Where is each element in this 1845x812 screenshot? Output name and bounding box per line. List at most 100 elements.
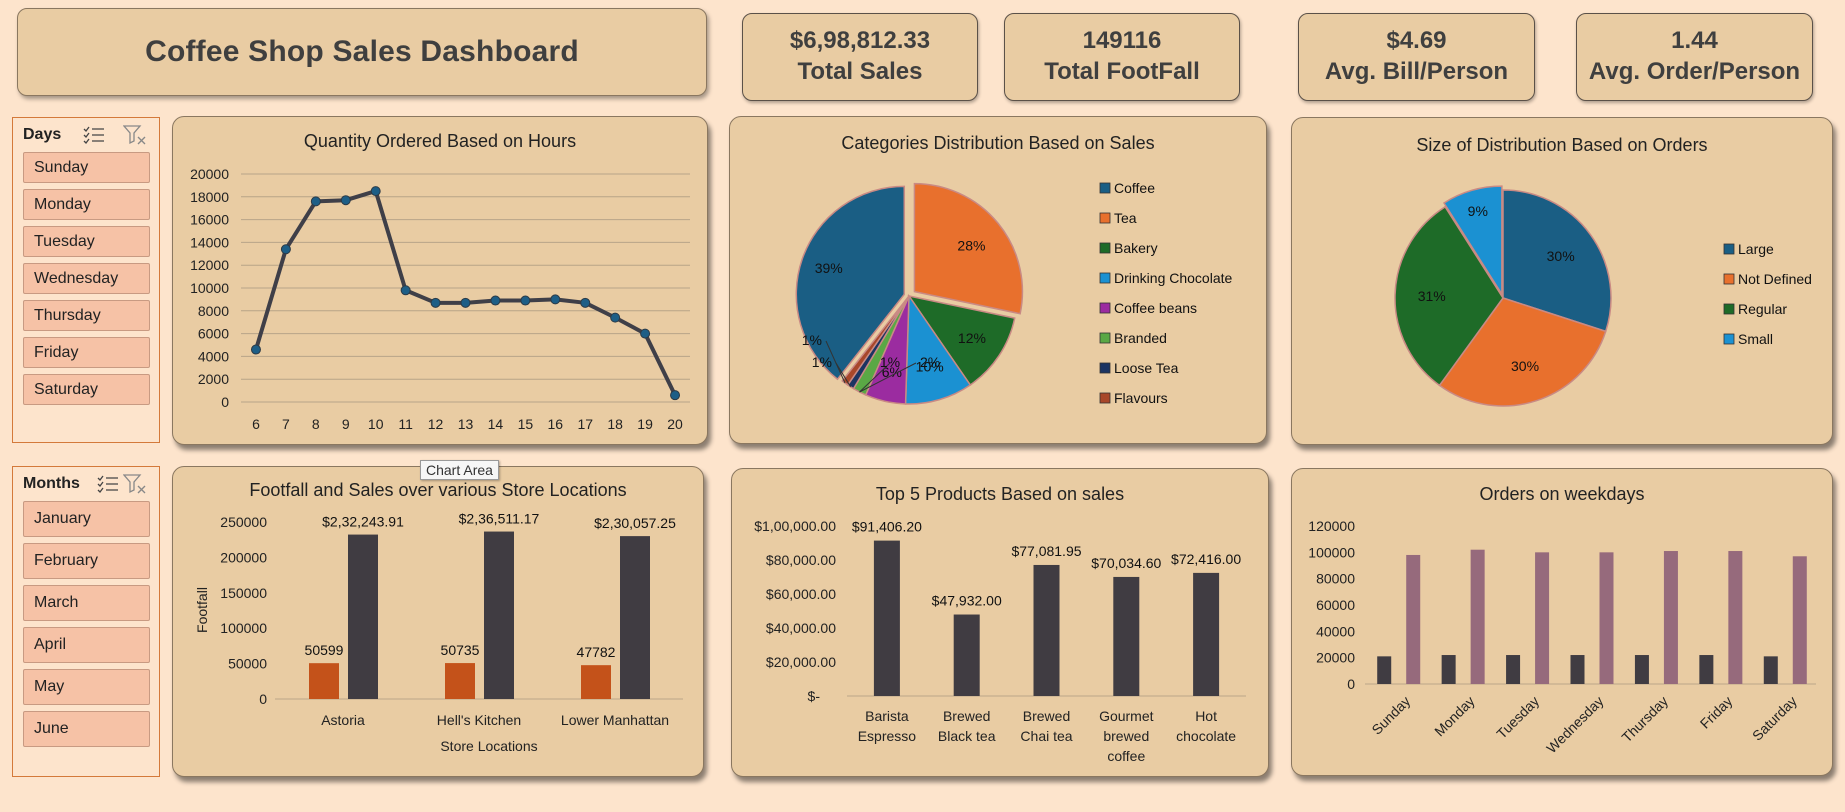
- y-tick-label: $20,000.00: [766, 654, 836, 670]
- weekday-bar: [1599, 552, 1614, 684]
- kpi-avg-bill[interactable]: $4.69 Avg. Bill/Person: [1298, 13, 1535, 101]
- x-tick-label: 13: [458, 416, 474, 432]
- pie-data-label: 30%: [1547, 248, 1575, 264]
- kpi-total-sales[interactable]: $6,98,812.33 Total Sales: [742, 13, 978, 101]
- legend-swatch: [1723, 273, 1735, 285]
- months-item-june[interactable]: June: [23, 711, 150, 747]
- months-item-march[interactable]: March: [23, 585, 150, 621]
- legend-label: Not Defined: [1738, 271, 1812, 287]
- x-tick-label: 18: [607, 416, 623, 432]
- y-tick-label: 18000: [190, 189, 229, 205]
- data-point: [250, 344, 261, 355]
- x-tick-label: Chai tea: [1020, 728, 1072, 744]
- x-tick-label: Hot: [1195, 708, 1217, 724]
- weekday-bar: [1441, 655, 1456, 684]
- y-tick-label: 12000: [190, 257, 229, 273]
- weekday-bar: [1663, 551, 1678, 684]
- quantity-series-line: [254, 189, 677, 397]
- days-item-saturday[interactable]: Saturday: [23, 374, 150, 405]
- y-tick-label: $60,000.00: [766, 586, 836, 602]
- y-tick-label: $-: [808, 688, 821, 704]
- days-item-tuesday[interactable]: Tuesday: [23, 226, 150, 257]
- days-item-friday[interactable]: Friday: [23, 337, 150, 368]
- bar-footfall: [581, 665, 611, 699]
- pie-data-label: 2%: [920, 354, 940, 370]
- days-slicer-title: Days: [23, 126, 62, 143]
- x-tick-label: Lower Manhattan: [561, 712, 669, 728]
- months-slicer-header: Months: [13, 467, 159, 501]
- months-item-april[interactable]: April: [23, 627, 150, 663]
- product-bar: [1033, 564, 1060, 696]
- data-point: [430, 297, 441, 308]
- product-bar: [1193, 572, 1220, 696]
- store-bar-chart-panel[interactable]: Footfall and Sales over various Store Lo…: [172, 466, 704, 777]
- y-tick-label: 14000: [190, 234, 229, 250]
- x-tick-label: 16: [548, 416, 564, 432]
- products-bar-chart-panel[interactable]: Top 5 Products Based on sales $1,00,000.…: [731, 468, 1269, 777]
- kpi-total-footfall[interactable]: 149116 Total FootFall: [1004, 13, 1240, 101]
- weekday-bar: [1699, 655, 1714, 684]
- x-tick-label: Gourmet: [1099, 708, 1154, 724]
- weekday-bar: [1570, 655, 1585, 684]
- months-item-february[interactable]: February: [23, 543, 150, 579]
- y-tick-label: $40,000.00: [766, 620, 836, 636]
- dashboard-title-panel: Coffee Shop Sales Dashboard: [17, 8, 707, 96]
- weekday-bar-chart-panel[interactable]: Orders on weekdays 120000 100000 80000 6000…: [1291, 468, 1833, 776]
- legend-label: Loose Tea: [1114, 360, 1179, 376]
- bar-footfall: [309, 663, 339, 699]
- y-tick-label: 200000: [220, 549, 267, 565]
- kpi-avg-order[interactable]: 1.44 Avg. Order/Person: [1576, 13, 1813, 101]
- x-tick-label: 7: [282, 416, 290, 432]
- months-slicer: Months January February March April May …: [12, 466, 160, 777]
- x-tick-label: Saturday: [1749, 693, 1800, 744]
- weekday-bar: [1406, 554, 1421, 684]
- categories-pie-chart-panel[interactable]: Categories Distribution Based on Sales 3…: [729, 116, 1267, 444]
- months-item-january[interactable]: January: [23, 501, 150, 537]
- days-item-monday[interactable]: Monday: [23, 189, 150, 220]
- x-tick-label: 6: [252, 416, 260, 432]
- y-tick-label: $1,00,000.00: [754, 518, 836, 534]
- x-tick-label: 8: [312, 416, 320, 432]
- y-tick-label: 0: [259, 691, 267, 707]
- multi-select-icon[interactable]: [97, 475, 119, 498]
- pie-data-label: 30%: [1511, 358, 1539, 374]
- days-item-wednesday[interactable]: Wednesday: [23, 263, 150, 294]
- bar-data-label: $72,416.00: [1171, 551, 1241, 567]
- pie-data-label: 1%: [880, 354, 900, 370]
- y-tick-label: 20000: [190, 166, 229, 182]
- y-tick-label: 6000: [198, 326, 229, 342]
- bar-sales: [348, 534, 378, 699]
- data-point: [370, 186, 381, 197]
- data-point: [520, 295, 531, 306]
- legend-label: Flavours: [1114, 390, 1168, 406]
- y-tick-label: 80000: [1316, 571, 1355, 587]
- y-tick-label: 2000: [198, 371, 229, 387]
- days-slicer: Days Sunday Monday Tuesday Wednesday Thu…: [12, 117, 160, 443]
- bar-data-label: $70,034.60: [1091, 555, 1161, 571]
- days-item-sunday[interactable]: Sunday: [23, 152, 150, 183]
- bar-data-label: 47782: [577, 644, 616, 660]
- legend-label: Tea: [1114, 210, 1137, 226]
- y-tick-label: 20000: [1316, 650, 1355, 666]
- legend-swatch: [1099, 392, 1111, 404]
- legend-swatch: [1723, 303, 1735, 315]
- hours-line-chart-panel[interactable]: Quantity Ordered Based on Hours 20000 180…: [172, 116, 708, 445]
- size-pie-chart-panel[interactable]: Size of Distribution Based on Orders 30%…: [1291, 117, 1833, 445]
- data-point: [460, 297, 471, 308]
- multi-select-icon[interactable]: [83, 126, 105, 149]
- kpi-avg-order-label: Avg. Order/Person: [1588, 58, 1801, 85]
- y-tick-label: $80,000.00: [766, 552, 836, 568]
- clear-filter-icon[interactable]: [122, 124, 147, 151]
- weekday-bar: [1763, 656, 1778, 684]
- products-bar-chart: $1,00,000.00 $80,000.00 $60,000.00 $40,000.…: [754, 518, 1246, 764]
- data-point: [610, 312, 621, 323]
- days-item-thursday[interactable]: Thursday: [23, 300, 150, 331]
- x-tick-label: Hell's Kitchen: [437, 712, 521, 728]
- weekday-bar: [1506, 655, 1521, 684]
- bar-sales: [484, 531, 514, 699]
- months-slicer-title: Months: [23, 475, 80, 492]
- months-item-may[interactable]: May: [23, 669, 150, 705]
- data-point: [670, 390, 681, 401]
- x-tick-label: Thursday: [1618, 693, 1671, 746]
- clear-filter-icon[interactable]: [122, 473, 147, 500]
